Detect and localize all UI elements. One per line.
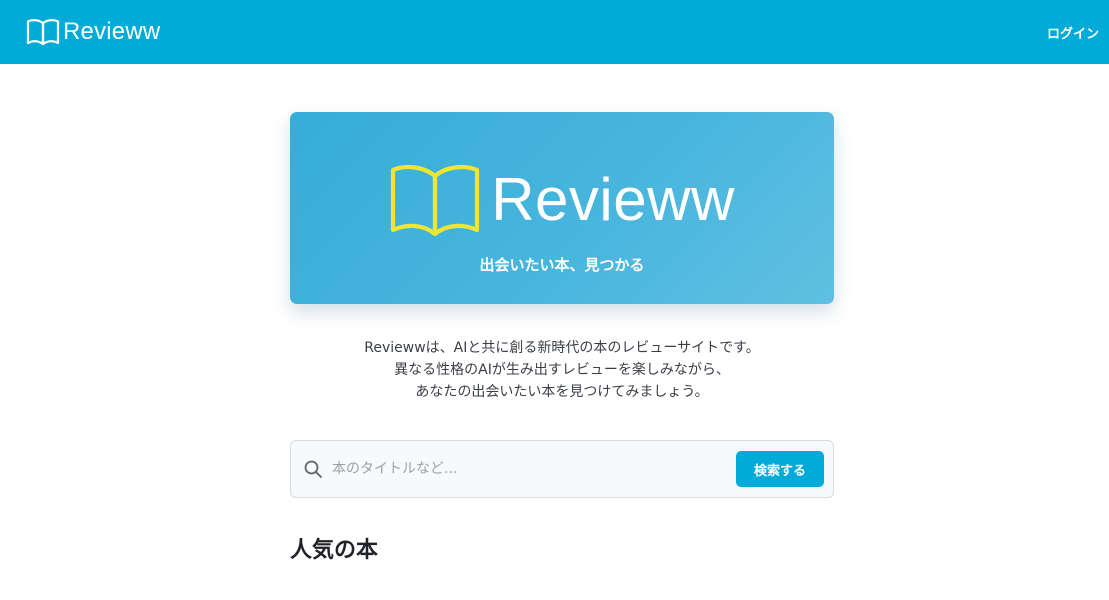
top-navbar: Revieww ログイン (0, 0, 1109, 64)
open-book-icon (391, 164, 480, 236)
search-input[interactable] (332, 451, 736, 487)
description-line: あなたの出会いたい本を見つけてみましょう。 (415, 384, 709, 400)
description-line: Reviewwは、AIと共に創る新時代の本のレビューサイトです。 (364, 340, 760, 356)
search-icon (304, 460, 322, 478)
login-link[interactable]: ログイン (1047, 23, 1099, 42)
hero-banner: Revieww 出会いたい本、見つかる (290, 112, 834, 304)
brand-name: Revieww (63, 18, 161, 45)
hero-tagline: 出会いたい本、見つかる (479, 256, 645, 274)
hero-logo: Revieww (389, 164, 735, 236)
popular-books-heading: 人気の本 (290, 538, 379, 563)
hero-brand-name: Revieww (491, 166, 735, 233)
site-description: Reviewwは、AIと共に創る新時代の本のレビューサイトです。 異なる性格のA… (290, 337, 834, 403)
description-line: 異なる性格のAIが生み出すレビューを楽しみながら、 (394, 362, 730, 378)
search-button[interactable]: 検索する (736, 451, 824, 487)
open-book-icon (26, 19, 60, 46)
search-bar: 検索する (290, 440, 834, 498)
brand-link[interactable]: Revieww (26, 18, 160, 46)
